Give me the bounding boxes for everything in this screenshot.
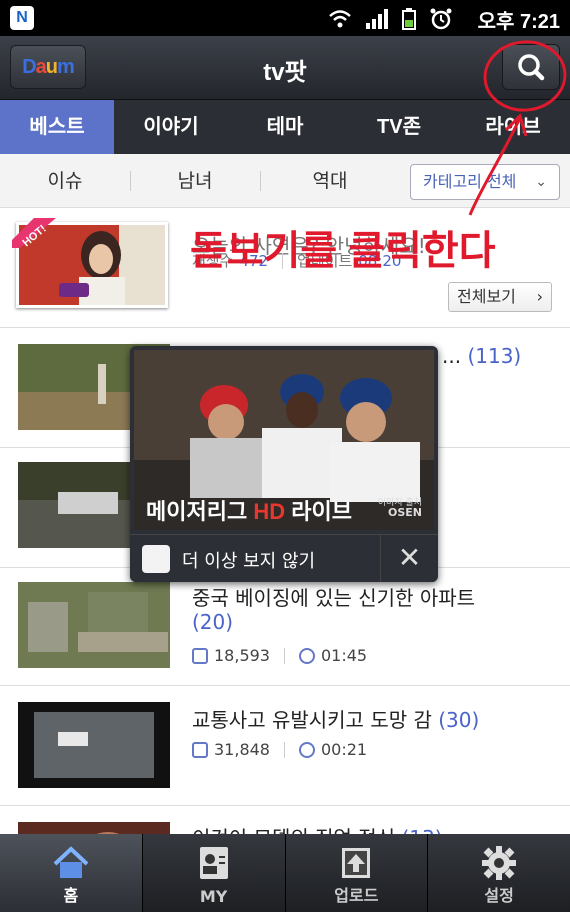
- annotation-text: 돋보기를 클릭한다: [190, 229, 496, 273]
- bottom-tab-my[interactable]: MY: [142, 834, 286, 912]
- bottom-tab-label: MY: [199, 887, 228, 906]
- bottom-tab-upload[interactable]: 업로드: [285, 834, 429, 912]
- bottom-tab-home[interactable]: 홈: [0, 834, 143, 912]
- bottom-tab-label: 홈: [63, 886, 79, 905]
- gear-icon: [482, 846, 517, 880]
- bottom-nav: 홈 MY 업로드 설정: [0, 834, 570, 912]
- annotation-marks: [468, 40, 567, 216]
- home-icon: [53, 846, 89, 878]
- bottom-tab-label: 업로드: [334, 886, 379, 905]
- profile-card-icon: [199, 847, 228, 879]
- upload-icon: [342, 848, 371, 878]
- bottom-tab-label: 설정: [484, 886, 514, 905]
- bottom-tab-settings[interactable]: 설정: [428, 834, 570, 912]
